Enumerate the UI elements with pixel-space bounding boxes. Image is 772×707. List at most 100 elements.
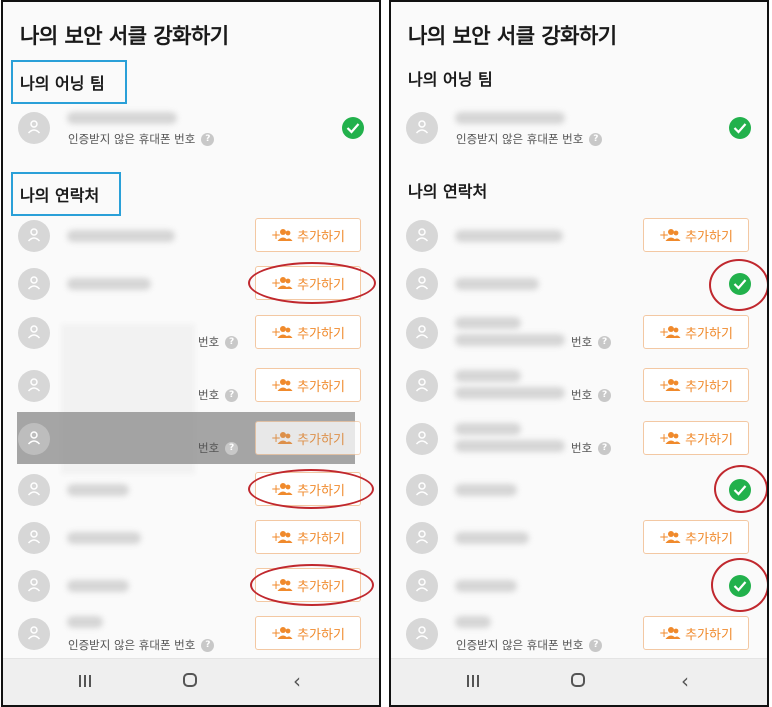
blurred-name: [455, 112, 565, 124]
partial-phone-text: 번호?: [198, 334, 239, 350]
help-icon[interactable]: ?: [201, 639, 215, 652]
add-button-label: 추가하기: [297, 627, 345, 643]
back-icon[interactable]: ‹: [293, 671, 301, 691]
unverified-phone-text: 인증받지 않은 휴대폰 번호?: [456, 637, 603, 653]
help-icon[interactable]: ?: [589, 133, 603, 146]
add-button-label: 추가하기: [297, 326, 345, 342]
add-contact-button[interactable]: + 추가하기: [255, 266, 361, 300]
add-contact-button[interactable]: + 추가하기: [643, 368, 749, 402]
contacts-heading: 나의 연락처: [408, 178, 487, 202]
contact-row: 인증받지 않은 휴대폰 번호? + 추가하기: [3, 610, 379, 658]
blurred-name: [455, 278, 539, 290]
contact-row: [391, 260, 767, 308]
home-icon[interactable]: [183, 673, 197, 687]
owner-row[interactable]: 인증받지 않은 휴대폰 번호?: [391, 104, 767, 152]
contact-row: 번호? + 추가하기: [3, 415, 379, 463]
add-button-label: 추가하기: [685, 379, 733, 395]
add-button-label: 추가하기: [685, 432, 733, 448]
blurred-phone: [455, 387, 565, 399]
owning-team-label: 나의 어닝 팀: [20, 74, 105, 93]
screen-before: 나의 보안 서클 강화하기 나의 어닝 팀 인증받지 않은 휴대폰 번호? 나의…: [1, 0, 381, 707]
help-icon[interactable]: ?: [225, 389, 239, 402]
avatar: [406, 220, 438, 252]
add-contact-button[interactable]: + 추가하기: [255, 315, 361, 349]
owning-team-heading: 나의 어닝 팀: [408, 66, 493, 90]
verified-check-icon: [729, 479, 751, 501]
add-contact-button[interactable]: + 추가하기: [255, 616, 361, 650]
contact-row: + 추가하기: [3, 212, 379, 260]
add-contact-button[interactable]: + 추가하기: [643, 616, 749, 650]
blurred-name: [67, 484, 129, 496]
verified-check-icon: [342, 117, 364, 139]
avatar: [18, 522, 50, 554]
owner-row[interactable]: 인증받지 않은 휴대폰 번호?: [3, 104, 379, 152]
contact-row: + 추가하기: [3, 562, 379, 610]
contact-row: 인증받지 않은 휴대폰 번호? + 추가하기: [391, 610, 767, 658]
partial-phone-text: 번호?: [571, 387, 612, 403]
blurred-name: [455, 484, 517, 496]
contact-row: + 추가하기: [391, 212, 767, 260]
contacts-label: 나의 연락처: [408, 182, 488, 201]
blurred-name: [455, 616, 491, 628]
add-contact-button[interactable]: + 추가하기: [643, 315, 749, 349]
contact-row: + 추가하기: [3, 514, 379, 562]
blurred-name: [455, 230, 563, 242]
recents-icon[interactable]: [466, 673, 480, 689]
avatar: [18, 268, 50, 300]
help-icon[interactable]: ?: [598, 336, 612, 349]
blurred-phone: [455, 440, 565, 452]
add-button-label: 추가하기: [685, 627, 733, 643]
blurred-name: [455, 532, 529, 544]
add-contact-button[interactable]: + 추가하기: [255, 568, 361, 602]
add-button-label: 추가하기: [685, 531, 733, 547]
contact-row: + 추가하기: [3, 466, 379, 514]
avatar: [18, 570, 50, 602]
unverified-phone-text: 인증받지 않은 휴대폰 번호?: [68, 131, 215, 147]
contact-row: 번호? + 추가하기: [391, 309, 767, 357]
help-icon[interactable]: ?: [598, 389, 612, 402]
avatar: [406, 112, 438, 144]
avatar: [406, 474, 438, 506]
verified-check-icon: [729, 575, 751, 597]
add-contact-button[interactable]: + 추가하기: [255, 520, 361, 554]
help-icon[interactable]: ?: [598, 442, 612, 455]
add-contact-button[interactable]: + 추가하기: [255, 218, 361, 252]
back-icon[interactable]: ‹: [681, 671, 689, 691]
recents-icon[interactable]: [78, 673, 92, 689]
avatar: [18, 317, 50, 349]
add-button-label: 추가하기: [297, 579, 345, 595]
home-icon[interactable]: [571, 673, 585, 687]
help-icon[interactable]: ?: [225, 336, 239, 349]
add-contact-button[interactable]: + 추가하기: [255, 421, 361, 455]
contacts-heading: 나의 연락처: [10, 172, 122, 216]
add-contact-button[interactable]: + 추가하기: [255, 472, 361, 506]
partial-phone-text: 번호?: [198, 440, 239, 456]
partial-phone-text: 번호?: [198, 387, 239, 403]
blurred-name: [455, 423, 521, 435]
blurred-name: [67, 532, 141, 544]
add-contact-button[interactable]: + 추가하기: [643, 520, 749, 554]
avatar: [406, 522, 438, 554]
add-button-label: 추가하기: [297, 277, 345, 293]
add-contact-button[interactable]: + 추가하기: [255, 368, 361, 402]
partial-phone-text: 번호?: [571, 440, 612, 456]
help-icon[interactable]: ?: [225, 442, 239, 455]
verified-check-icon: [729, 273, 751, 295]
blurred-name: [67, 616, 103, 628]
add-contact-button[interactable]: + 추가하기: [643, 218, 749, 252]
blurred-name: [455, 580, 517, 592]
avatar: [406, 423, 438, 455]
system-navbar: ‹: [3, 658, 379, 705]
add-button-label: 추가하기: [297, 483, 345, 499]
add-contact-button[interactable]: + 추가하기: [643, 421, 749, 455]
owning-team-heading: 나의 어닝 팀: [11, 60, 127, 104]
avatar: [406, 618, 438, 650]
help-icon[interactable]: ?: [589, 639, 603, 652]
help-icon[interactable]: ?: [201, 133, 215, 146]
avatar: [18, 474, 50, 506]
contacts-label: 나의 연락처: [20, 186, 100, 205]
avatar: [406, 268, 438, 300]
avatar: [18, 220, 50, 252]
add-button-label: 추가하기: [297, 379, 345, 395]
blurred-name: [67, 278, 151, 290]
